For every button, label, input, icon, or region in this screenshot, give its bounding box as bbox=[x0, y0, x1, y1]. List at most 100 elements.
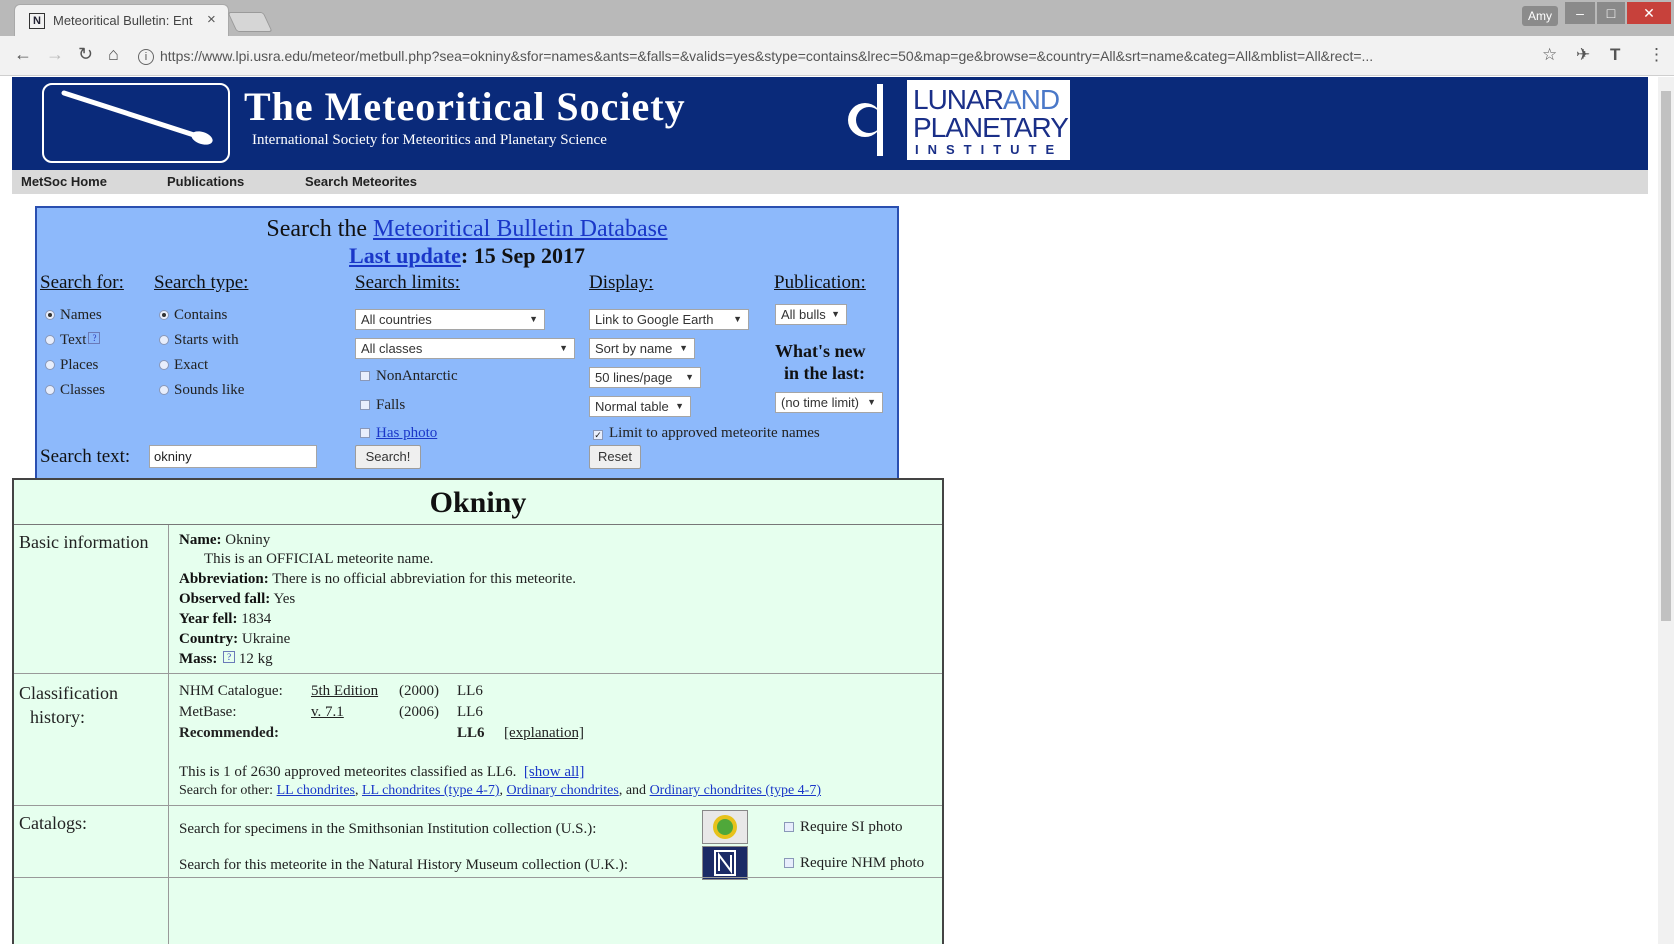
radio-icon[interactable] bbox=[159, 310, 169, 320]
ordinary-chondrites-link[interactable]: Ordinary chondrites bbox=[506, 783, 618, 798]
nav-publications[interactable]: Publications bbox=[167, 174, 244, 189]
dropdown-arrow-icon: ▼ bbox=[559, 343, 568, 353]
profile-button[interactable]: Amy bbox=[1522, 6, 1558, 26]
search-type-exact[interactable]: Exact bbox=[159, 357, 208, 374]
search-button[interactable]: Search! bbox=[355, 445, 421, 469]
bulletin-select[interactable]: All bulls ▼ bbox=[775, 304, 847, 325]
address-bar[interactable]: i https://www.lpi.usra.edu/meteor/metbull… bbox=[138, 41, 1538, 71]
search-for-classes[interactable]: Classes bbox=[45, 382, 105, 399]
info-icon[interactable]: i bbox=[138, 49, 154, 66]
checkbox-icon[interactable] bbox=[360, 428, 370, 438]
map-link-select[interactable]: Link to Google Earth ▼ bbox=[589, 309, 749, 330]
nhm-edition-link[interactable]: 5th Edition bbox=[311, 683, 378, 700]
help-icon[interactable]: ? bbox=[223, 651, 236, 663]
close-window-icon[interactable]: ✕ bbox=[1627, 2, 1671, 24]
search-text-input[interactable]: okniny bbox=[149, 445, 317, 468]
radio-icon[interactable] bbox=[45, 385, 55, 395]
ll-chondrites-type-link[interactable]: LL chondrites (type 4-7) bbox=[362, 783, 500, 798]
new-tab-button[interactable] bbox=[227, 12, 273, 32]
ordinary-chondrites-type-link[interactable]: Ordinary chondrites (type 4-7) bbox=[650, 783, 821, 798]
name-line: Name: Okniny bbox=[179, 532, 271, 548]
reset-button[interactable]: Reset bbox=[589, 445, 641, 469]
approved-names-checkbox[interactable]: ✓ Limit to approved meteorite names bbox=[593, 425, 820, 442]
search-type-sounds-like[interactable]: Sounds like bbox=[159, 382, 244, 399]
radio-icon[interactable] bbox=[45, 360, 55, 370]
browser-tab[interactable]: N Meteoritical Bulletin: Ent × bbox=[14, 4, 229, 36]
minimize-window-icon[interactable]: – bbox=[1565, 2, 1595, 24]
star-icon[interactable]: ☆ bbox=[1542, 45, 1557, 65]
require-nhm-photo-checkbox[interactable]: Require NHM photo bbox=[784, 855, 924, 872]
tab-title: Meteoritical Bulletin: Ent bbox=[53, 13, 193, 28]
country-select[interactable]: All countries ▼ bbox=[355, 309, 545, 330]
search-type-contains[interactable]: Contains bbox=[159, 307, 227, 324]
nhm-logo-icon[interactable] bbox=[702, 846, 748, 880]
ll-chondrites-link[interactable]: LL chondrites bbox=[277, 783, 355, 798]
checkbox-icon[interactable] bbox=[360, 400, 370, 410]
extension-icon[interactable]: T bbox=[1610, 45, 1620, 65]
search-limits-header: Search limits: bbox=[355, 272, 461, 293]
meteorite-record: Okniny Basic information Name: Okniny Th… bbox=[12, 478, 944, 944]
sort-select[interactable]: Sort by name ▼ bbox=[589, 338, 695, 359]
checkbox-icon[interactable] bbox=[784, 858, 794, 868]
last-update: Last update: 15 Sep 2017 bbox=[349, 243, 585, 268]
lpi-logo[interactable]: LUNARAND PLANETARY INSTITUTE bbox=[835, 80, 1070, 160]
metbase-class: LL6 bbox=[457, 704, 483, 720]
radio-icon[interactable] bbox=[45, 335, 55, 345]
class-select[interactable]: All classes ▼ bbox=[355, 338, 575, 359]
reload-icon[interactable]: ↻ bbox=[78, 44, 93, 65]
search-for-places[interactable]: Places bbox=[45, 357, 98, 374]
menu-icon[interactable]: ⋮ bbox=[1648, 45, 1665, 65]
site-title[interactable]: The Meteoritical Society bbox=[244, 83, 686, 130]
page-viewport: The Meteoritical Society International S… bbox=[0, 77, 1658, 944]
meteoritical-society-logo[interactable] bbox=[42, 83, 230, 163]
recommended-class: LL6 bbox=[457, 725, 485, 741]
radio-icon[interactable] bbox=[159, 335, 169, 345]
database-link[interactable]: Meteoritical Bulletin Database bbox=[373, 216, 668, 242]
vertical-scrollbar[interactable] bbox=[1658, 77, 1674, 944]
back-icon[interactable]: ← bbox=[14, 44, 32, 65]
abbreviation-line: Abbreviation: There is no official abbre… bbox=[179, 571, 576, 587]
help-icon[interactable]: ? bbox=[88, 332, 101, 344]
metbase-version-link[interactable]: v. 7.1 bbox=[311, 704, 344, 721]
has-photo-link[interactable]: Has photo bbox=[376, 425, 437, 441]
radio-icon[interactable] bbox=[159, 385, 169, 395]
has-photo-checkbox[interactable]: Has photo bbox=[360, 425, 437, 442]
url-text: https://www.lpi.usra.edu/meteor/metbull.… bbox=[160, 48, 1374, 64]
checkbox-icon[interactable] bbox=[784, 822, 794, 832]
require-si-photo-checkbox[interactable]: Require SI photo bbox=[784, 819, 903, 836]
search-for-text[interactable]: Text? bbox=[45, 332, 101, 349]
forward-icon[interactable]: → bbox=[46, 44, 64, 65]
scrollbar-thumb[interactable] bbox=[1661, 91, 1671, 621]
checkbox-icon[interactable] bbox=[360, 371, 370, 381]
site-favicon-icon: N bbox=[29, 13, 45, 29]
lines-per-page-select[interactable]: 50 lines/page ▼ bbox=[589, 367, 701, 388]
time-limit-select[interactable]: (no time limit) ▼ bbox=[775, 392, 883, 413]
nav-search-meteorites[interactable]: Search Meteorites bbox=[305, 174, 417, 189]
nonantarctic-checkbox[interactable]: NonAntarctic bbox=[360, 368, 458, 385]
publication-header: Publication: bbox=[774, 272, 866, 293]
falls-checkbox[interactable]: Falls bbox=[360, 397, 405, 414]
search-type-starts-with[interactable]: Starts with bbox=[159, 332, 239, 349]
country-line: Country: Ukraine bbox=[179, 631, 291, 647]
explanation-link[interactable]: [explanation] bbox=[504, 725, 584, 742]
nav-metsoc-home[interactable]: MetSoc Home bbox=[21, 174, 107, 189]
maximize-window-icon[interactable]: □ bbox=[1597, 2, 1625, 24]
radio-icon[interactable] bbox=[45, 310, 55, 320]
site-header: The Meteoritical Society International S… bbox=[12, 77, 1648, 170]
search-heading: Search the Meteoritical Bulletin Databas… bbox=[266, 216, 668, 242]
search-for-names[interactable]: Names bbox=[45, 307, 102, 324]
table-format-select[interactable]: Normal table ▼ bbox=[589, 396, 691, 417]
extension-icon[interactable]: ✈ bbox=[1576, 45, 1590, 65]
search-panel: Search the Meteoritical Bulletin Databas… bbox=[35, 206, 899, 492]
search-other-line: Search for other: LL chondrites, LL chon… bbox=[179, 783, 822, 798]
tab-close-icon[interactable]: × bbox=[207, 11, 216, 28]
in-the-last-label: in the last: bbox=[784, 363, 865, 383]
radio-icon[interactable] bbox=[159, 360, 169, 370]
checkmark-icon[interactable]: ✓ bbox=[593, 430, 603, 440]
home-icon[interactable]: ⌂ bbox=[108, 44, 119, 65]
show-all-link[interactable]: [show all] bbox=[524, 764, 584, 780]
smithsonian-logo-icon[interactable] bbox=[702, 810, 748, 844]
last-update-link[interactable]: Last update bbox=[349, 243, 461, 268]
dropdown-arrow-icon: ▼ bbox=[675, 401, 684, 411]
class-count-line: This is 1 of 2630 approved meteorites cl… bbox=[179, 764, 585, 780]
